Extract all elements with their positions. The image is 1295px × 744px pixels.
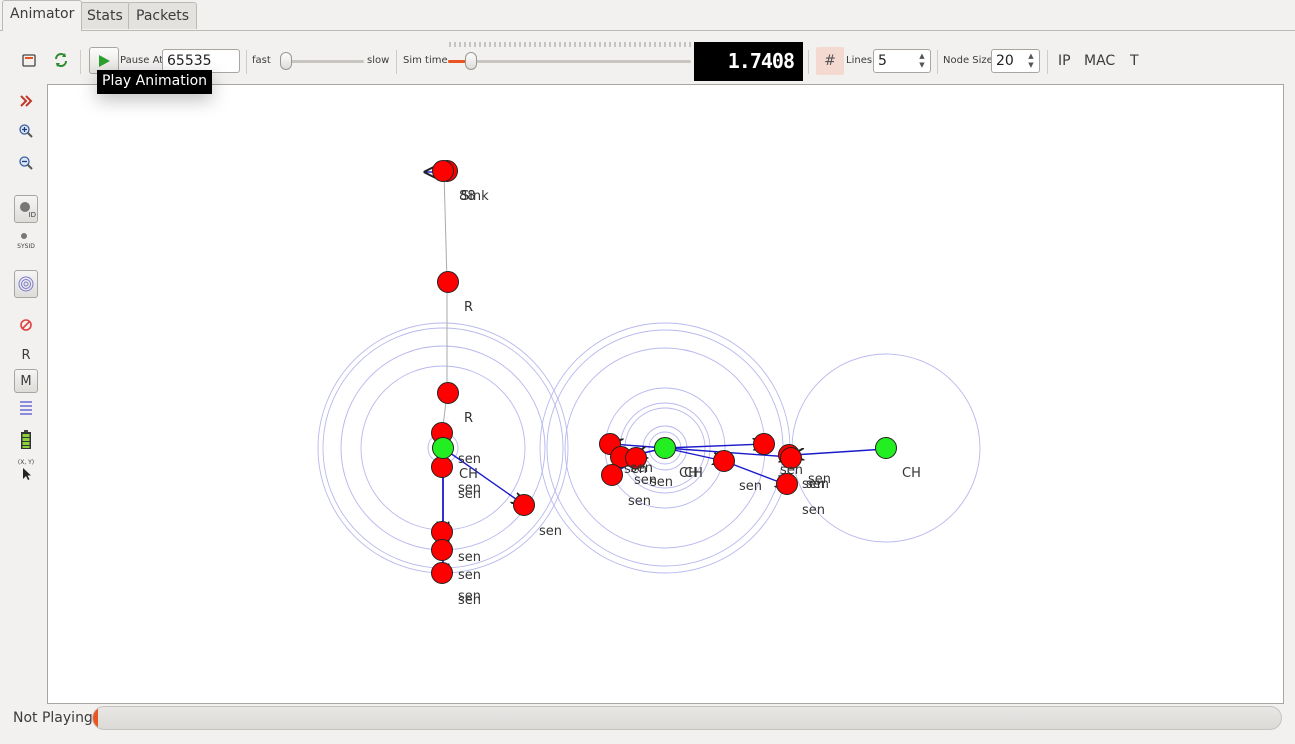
tab-bar: Animator Stats Packets	[0, 0, 1295, 31]
animation-canvas[interactable]: 88 Sink R Rsen CH sen sen sen sen sen sen sen sen sen…	[47, 84, 1284, 704]
fast-label: fast	[252, 55, 271, 66]
cluster-head-node	[654, 437, 676, 459]
speed-slider-track[interactable]	[282, 60, 364, 63]
tab-stats[interactable]: Stats	[79, 2, 131, 29]
sensor-node	[513, 494, 535, 516]
node-label: sen	[628, 494, 651, 509]
node-label: sen	[806, 477, 829, 492]
sensor-node	[601, 464, 623, 486]
node-label: CH	[684, 466, 703, 481]
slow-label: slow	[367, 55, 390, 66]
pause-at-label: Pause At	[120, 55, 164, 66]
sysid-toggle-button[interactable]: SYSID	[14, 230, 38, 254]
node-id-toggle-button[interactable]: ID	[14, 195, 38, 223]
reload-icon[interactable]	[49, 48, 73, 72]
sensor-node	[713, 450, 735, 472]
block-icon[interactable]	[14, 313, 38, 337]
expand-panel-icon[interactable]	[14, 89, 38, 113]
sim-time-slider-track[interactable]	[448, 60, 691, 63]
node-label: sen	[458, 452, 481, 467]
t-toggle-button[interactable]: T	[1130, 53, 1139, 69]
sensor-node	[432, 160, 454, 182]
playback-progress-bar	[92, 706, 1282, 730]
toolbar-separator	[396, 50, 397, 74]
play-animation-tooltip: Play Animation	[97, 70, 213, 94]
node-size-spin-arrows-icon[interactable]: ▲ ▼	[1025, 52, 1037, 70]
sensor-node	[431, 456, 453, 478]
lines-label: Lines	[846, 55, 873, 66]
packet-arrow	[664, 444, 764, 448]
sim-time-slider-handle[interactable]	[464, 52, 477, 70]
wireless-circles-toggle-button[interactable]	[14, 270, 38, 298]
node-id-label: ID	[28, 211, 36, 219]
node-label: sen	[458, 593, 481, 608]
nodes	[431, 160, 897, 584]
node-label: sen	[539, 524, 562, 539]
sensor-node	[437, 271, 459, 293]
cluster-head-node	[875, 437, 897, 459]
lines-value: 5	[878, 53, 887, 69]
playback-status-label: Not Playing	[13, 710, 93, 726]
battery-icon[interactable]	[14, 428, 38, 452]
sysid-label: SYSID	[17, 243, 35, 250]
xy-label: (X, Y)	[17, 459, 35, 466]
zoom-in-icon[interactable]	[14, 119, 38, 143]
node-label: Sink	[461, 189, 489, 204]
toolbar-separator	[246, 50, 247, 74]
sysid-icon	[21, 233, 27, 239]
sim-time-display: 1.7408	[694, 42, 803, 81]
node-size-value: 20	[996, 53, 1014, 69]
speed-slider-handle[interactable]	[280, 52, 292, 70]
node-label: sen	[458, 487, 481, 502]
toolbar-separator	[937, 50, 938, 74]
node-label: sen	[739, 479, 762, 494]
tab-panel-border	[0, 30, 1295, 31]
play-icon	[99, 54, 110, 67]
node-label: CH	[902, 466, 921, 481]
network-topology-scene[interactable]: 88SinkRRsenCHsensensensensensensensensen…	[48, 85, 1285, 705]
link-line	[443, 171, 448, 283]
toolbar-separator	[1047, 50, 1048, 74]
grid-toggle-button[interactable]: #	[816, 47, 844, 75]
open-file-icon[interactable]	[17, 48, 41, 72]
node-label: sen	[780, 463, 803, 478]
sensor-node	[437, 382, 459, 404]
zoom-out-icon[interactable]	[14, 151, 38, 175]
toolbar-separator	[808, 50, 809, 74]
sensor-node	[431, 539, 453, 561]
lines-spinbox[interactable]: 5 ▲ ▼	[873, 49, 931, 73]
left-toolbar: ID SYSID R M (X, Y)	[0, 84, 48, 704]
m-toggle-button[interactable]: M	[14, 369, 38, 393]
mac-toggle-button[interactable]: MAC	[1084, 53, 1115, 69]
list-icon[interactable]	[14, 396, 38, 420]
sensor-node	[431, 562, 453, 584]
cluster-head-node	[432, 437, 454, 459]
node-label: R	[464, 300, 473, 315]
packet-arrow	[442, 447, 523, 504]
tab-packets[interactable]: Packets	[128, 2, 198, 29]
toolbar-separator	[80, 50, 81, 74]
lines-spin-arrows-icon[interactable]: ▲ ▼	[916, 52, 928, 70]
sensor-node	[753, 433, 775, 455]
tab-animator[interactable]: Animator	[2, 0, 83, 31]
node-label: sen	[650, 475, 673, 490]
playback-progress-fill	[93, 707, 98, 729]
node-size-label: Node Size	[943, 55, 993, 66]
grid-icon: #	[824, 53, 836, 69]
node-size-spinbox[interactable]: 20 ▲ ▼	[991, 49, 1040, 73]
node-label: R	[464, 411, 473, 426]
sim-time-ticks	[449, 42, 691, 47]
wireless-circles-icon	[18, 276, 34, 292]
node-label: sen	[458, 550, 481, 565]
r-toggle-button[interactable]: R	[14, 343, 38, 367]
packet-arrow	[793, 449, 887, 455]
ip-toggle-button[interactable]: IP	[1058, 53, 1071, 69]
node-label: sen	[458, 568, 481, 583]
coordinate-pointer-button[interactable]: (X, Y)	[14, 458, 38, 482]
sim-time-label: Sim time	[403, 55, 448, 66]
node-label: CH	[459, 467, 478, 482]
node-label: sen	[802, 503, 825, 518]
pointer-icon	[23, 468, 31, 480]
